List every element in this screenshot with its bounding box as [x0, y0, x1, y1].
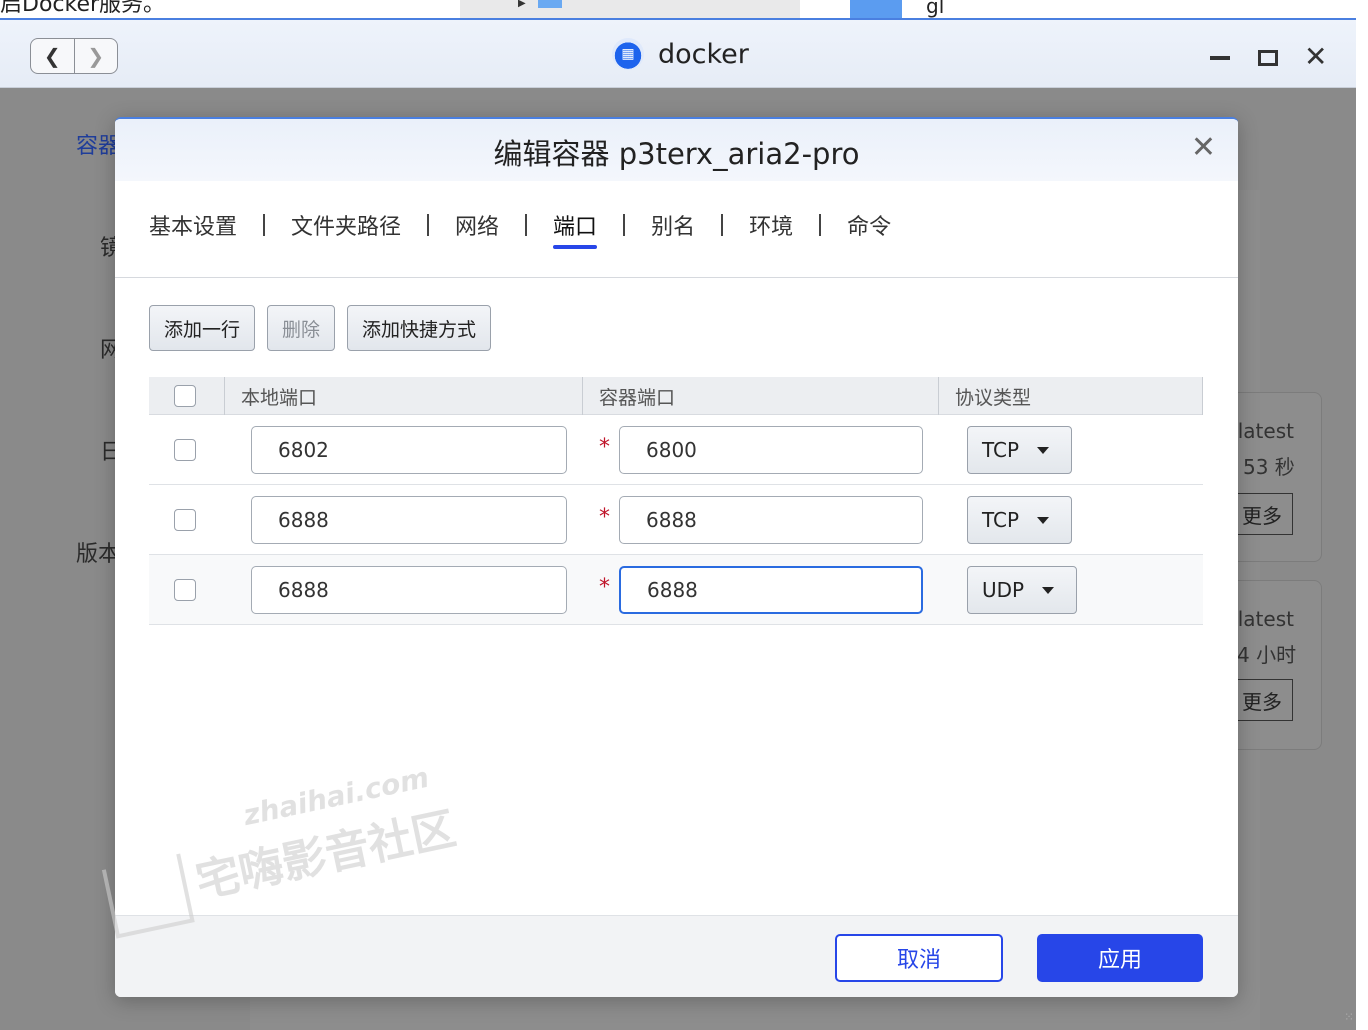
window-title: ▦ docker [612, 34, 749, 74]
table-row: 6888 * 6888 TCP [149, 485, 1203, 555]
container-card: :latest 53 秒 更多 [1230, 392, 1322, 562]
nav-button-group: ❮ ❯ [30, 38, 118, 74]
folder-icon [538, 0, 562, 8]
table-row: 6888 * 6888 UDP [149, 555, 1203, 625]
container-port-input[interactable]: 6800 [619, 426, 923, 474]
disclosure-triangle-icon: ▶ [518, 0, 526, 9]
docker-logo-icon: ▦ [612, 38, 644, 70]
row-checkbox[interactable] [174, 439, 196, 461]
tab-environment[interactable]: 环境 [749, 209, 793, 249]
tab-divider [623, 214, 626, 236]
tab-divider [721, 214, 724, 236]
local-port-input[interactable]: 6802 [251, 426, 567, 474]
delete-button[interactable]: 删除 [267, 305, 336, 351]
forward-button[interactable]: ❯ [73, 39, 118, 73]
background-thumbnail [850, 0, 902, 20]
dialog-close-button[interactable]: ✕ [1191, 133, 1216, 163]
minimize-button[interactable] [1210, 56, 1230, 60]
tab-command[interactable]: 命令 [847, 209, 891, 249]
protocol-select[interactable]: TCP [967, 496, 1073, 544]
required-marker: * [599, 435, 610, 460]
protocol-value: TCP [982, 438, 1020, 462]
back-button[interactable]: ❮ [31, 39, 74, 73]
header-container-port: 容器端口 [582, 377, 938, 415]
tab-network[interactable]: 网络 [455, 209, 499, 249]
header-protocol: 协议类型 [938, 377, 1203, 415]
tab-alias[interactable]: 别名 [651, 209, 695, 249]
card-more-button[interactable]: 更多 [1231, 493, 1293, 535]
tab-divider [819, 214, 822, 236]
port-toolbar: 添加一行 删除 添加快捷方式 [149, 305, 492, 351]
background-instruction-text: 启Docker服务。 [0, 0, 166, 17]
row-checkbox[interactable] [174, 579, 196, 601]
tab-divider [525, 214, 528, 236]
required-marker: * [599, 575, 610, 600]
tab-ports[interactable]: 端口 [553, 209, 598, 249]
container-card: :latest 4 小时 更多 [1230, 580, 1322, 750]
card-tag: :latest [1231, 419, 1294, 443]
local-port-input[interactable]: 6888 [251, 566, 567, 614]
protocol-value: TCP [982, 508, 1020, 532]
protocol-select[interactable]: TCP [967, 426, 1073, 474]
dialog-tabs: 基本设置 文件夹路径 网络 端口 别名 环境 命令 [149, 209, 891, 249]
select-all-checkbox[interactable] [174, 385, 196, 407]
resize-grip-icon[interactable]: ⁙ [1344, 1010, 1354, 1024]
add-row-button[interactable]: 添加一行 [149, 305, 256, 351]
chevron-left-icon: ❮ [43, 44, 61, 68]
cancel-button[interactable]: 取消 [835, 934, 1003, 982]
row-checkbox[interactable] [174, 509, 196, 531]
maximize-button[interactable] [1258, 50, 1278, 66]
apply-button[interactable]: 应用 [1037, 934, 1203, 982]
dialog-title: 编辑容器 p3terx_aria2-pro [493, 137, 860, 171]
port-table: 本地端口 容器端口 协议类型 6802 * 6800 TCP 6888 * 68… [149, 377, 1203, 625]
window-titlebar: ❮ ❯ ▦ docker ✕ [0, 20, 1356, 88]
card-time: 53 秒 [1243, 455, 1295, 479]
table-row: 6802 * 6800 TCP [149, 415, 1203, 485]
background-file-strip [460, 0, 800, 20]
tab-folder-paths[interactable]: 文件夹路径 [291, 209, 401, 249]
card-more-button[interactable]: 更多 [1231, 679, 1293, 721]
tab-divider [427, 214, 430, 236]
card-tag: :latest [1231, 607, 1294, 631]
sidebar-item-containers[interactable]: 容器 [76, 128, 120, 160]
local-port-input[interactable]: 6888 [251, 496, 567, 544]
chevron-right-icon: ❯ [87, 44, 105, 68]
container-port-input[interactable]: 6888 [619, 496, 923, 544]
caret-down-icon [1037, 446, 1050, 454]
required-marker: * [599, 505, 610, 530]
window-title-text: docker [658, 38, 749, 70]
tab-basic-settings[interactable]: 基本设置 [149, 209, 237, 249]
add-shortcut-button[interactable]: 添加快捷方式 [347, 305, 492, 351]
caret-down-icon [1042, 586, 1055, 594]
dialog-header: 编辑容器 p3terx_aria2-pro ✕ [115, 119, 1238, 181]
table-header: 本地端口 容器端口 协议类型 [149, 377, 1203, 415]
caret-down-icon [1037, 516, 1050, 524]
container-port-input[interactable]: 6888 [619, 566, 923, 614]
protocol-select[interactable]: UDP [967, 566, 1078, 614]
card-time: 4 小时 [1237, 643, 1297, 667]
protocol-value: UDP [982, 578, 1025, 602]
background-label: gl [926, 0, 945, 18]
tab-divider [263, 214, 266, 236]
tabs-divider [115, 277, 1238, 278]
sidebar-item-version[interactable]: 版本 [76, 536, 120, 568]
header-local-port: 本地端口 [224, 377, 582, 415]
close-icon: ✕ [1190, 130, 1216, 165]
window-close-button[interactable]: ✕ [1304, 40, 1327, 73]
house-logo-icon [101, 853, 195, 939]
